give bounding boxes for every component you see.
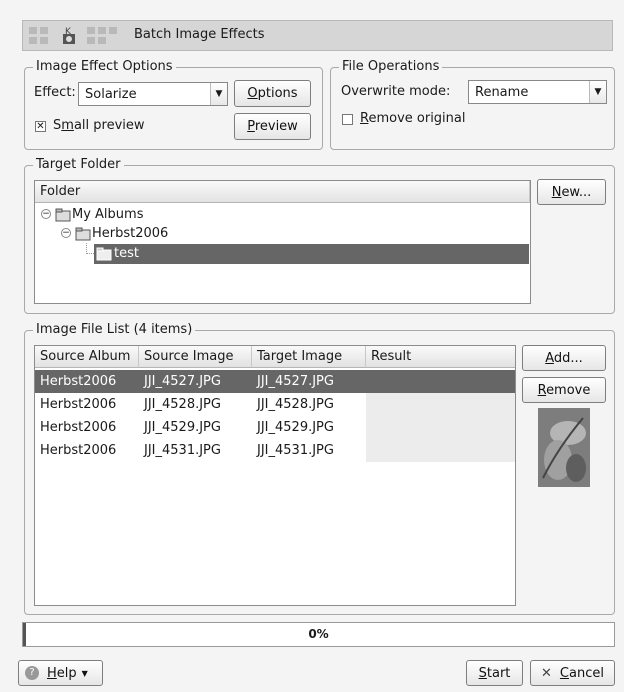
- help-icon: ?: [25, 666, 39, 680]
- progress-bar: 0%: [22, 622, 615, 647]
- target-folder-legend: Target Folder: [33, 157, 124, 173]
- cell-source-album: Herbst2006: [40, 420, 117, 435]
- overwrite-mode-select[interactable]: Rename ▼: [468, 80, 607, 104]
- cell-result: [366, 370, 515, 393]
- image-effect-options-legend: Image Effect Options: [33, 59, 176, 75]
- start-button[interactable]: Start: [466, 660, 523, 686]
- column-header-source-album[interactable]: Source Album: [35, 346, 139, 368]
- cell-source-album: Herbst2006: [40, 443, 117, 458]
- cell-source-album: Herbst2006: [40, 374, 117, 389]
- chevron-down-icon: ▼: [81, 668, 88, 678]
- image-file-list-legend: Image File List (4 items): [33, 322, 196, 338]
- file-operations-legend: File Operations: [339, 59, 443, 75]
- remove-original-label[interactable]: Remove original: [360, 111, 465, 126]
- tree-item-label: test: [114, 246, 139, 261]
- folder-icon: [96, 247, 112, 265]
- new-folder-button[interactable]: New...: [537, 179, 606, 205]
- cell-result: [366, 439, 515, 462]
- cell-target-image: JJI_4527.JPG: [257, 374, 334, 389]
- small-preview-checkbox[interactable]: ✕: [35, 121, 46, 132]
- app-icon: K: [27, 25, 127, 47]
- folder-column-header[interactable]: Folder: [35, 181, 530, 203]
- folder-icon: [55, 208, 71, 226]
- tree-item-herbst2006[interactable]: − Herbst2006: [61, 225, 261, 244]
- cancel-icon: ✕: [541, 665, 552, 681]
- cell-source-image: JJI_4531.JPG: [144, 443, 221, 458]
- cell-source-album: Herbst2006: [40, 397, 117, 412]
- tree-item-label: Herbst2006: [92, 226, 169, 241]
- overwrite-mode-label: Overwrite mode:: [341, 84, 451, 99]
- cell-source-image: JJI_4527.JPG: [144, 374, 221, 389]
- effect-select-value: Solarize: [85, 86, 137, 102]
- image-file-table[interactable]: Source Album Source Image Target Image R…: [34, 345, 516, 606]
- remove-original-checkbox[interactable]: [342, 114, 353, 125]
- column-header-target-image[interactable]: Target Image: [252, 346, 366, 368]
- collapse-icon[interactable]: −: [61, 228, 71, 238]
- cell-result: [366, 393, 515, 416]
- table-row[interactable]: Herbst2006 JJI_4527.JPG JJI_4527.JPG: [35, 370, 515, 393]
- chevron-down-icon[interactable]: ▼: [589, 81, 606, 103]
- column-header-result[interactable]: Result: [366, 346, 515, 368]
- window-title: Batch Image Effects: [134, 27, 265, 42]
- tree-connector: [86, 243, 94, 254]
- cell-target-image: JJI_4529.JPG: [257, 420, 334, 435]
- remove-button[interactable]: Remove: [522, 377, 606, 403]
- table-row[interactable]: Herbst2006 JJI_4531.JPG JJI_4531.JPG: [35, 439, 515, 462]
- tree-item-my-albums[interactable]: − My Albums: [41, 206, 241, 225]
- preview-button[interactable]: Preview: [234, 113, 311, 140]
- title-bar: K Batch Image Effects: [22, 20, 613, 51]
- progress-text: 0%: [308, 627, 329, 641]
- folder-tree[interactable]: Folder − My Albums − Herbst2006 test: [34, 180, 531, 304]
- add-button[interactable]: Add...: [522, 345, 606, 371]
- collapse-icon[interactable]: −: [41, 209, 51, 219]
- cell-target-image: JJI_4531.JPG: [257, 443, 334, 458]
- table-row[interactable]: Herbst2006 JJI_4529.JPG JJI_4529.JPG: [35, 416, 515, 439]
- cell-source-image: JJI_4528.JPG: [144, 397, 221, 412]
- effect-select[interactable]: Solarize ▼: [78, 82, 228, 106]
- chevron-down-icon[interactable]: ▼: [210, 83, 227, 105]
- options-button[interactable]: Options: [234, 80, 311, 107]
- cell-target-image: JJI_4528.JPG: [257, 397, 334, 412]
- effect-label: Effect:: [34, 85, 76, 100]
- column-header-source-image[interactable]: Source Image: [139, 346, 252, 368]
- table-row[interactable]: Herbst2006 JJI_4528.JPG JJI_4528.JPG: [35, 393, 515, 416]
- cancel-button[interactable]: ✕ Cancel: [530, 660, 615, 686]
- small-preview-label[interactable]: Small preview: [53, 118, 145, 133]
- help-button[interactable]: ? Help ▼: [18, 660, 103, 686]
- tree-item-test[interactable]: test: [94, 244, 529, 264]
- cell-source-image: JJI_4529.JPG: [144, 420, 221, 435]
- image-preview-thumbnail: [538, 408, 590, 487]
- tree-item-label: My Albums: [72, 207, 144, 222]
- cell-result: [366, 416, 515, 439]
- overwrite-mode-value: Rename: [475, 84, 529, 100]
